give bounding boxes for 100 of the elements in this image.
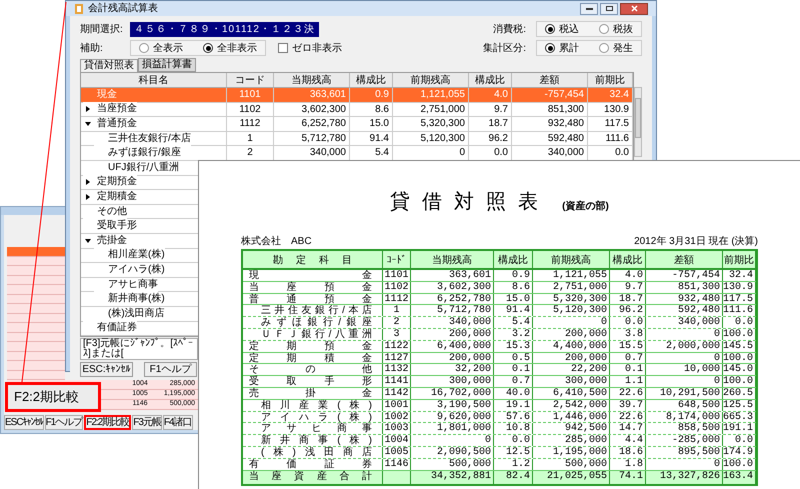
column-header: 差額	[646, 251, 723, 268]
toolbar-button[interactable]: F3元帳	[132, 415, 162, 430]
account-name[interactable]: 相川産業(株)	[94, 248, 165, 262]
table-cell: 2,090,500	[411, 446, 494, 458]
radio-button[interactable]	[545, 24, 555, 34]
account-name: (株)浅田商店	[243, 446, 383, 458]
table-cell: 1.8	[610, 458, 646, 470]
table-cell: 592,480	[646, 305, 723, 316]
table-cell: 1146	[383, 458, 411, 470]
table-cell: 6,400,000	[411, 340, 494, 352]
field-label: 補助:	[80, 42, 104, 56]
period-select-field[interactable]: ４５６・７８９・101112・１２３決	[130, 22, 319, 36]
account-name[interactable]: アサヒ商事	[94, 278, 158, 292]
table-cell: 0	[411, 435, 494, 446]
minimize-button[interactable]	[580, 2, 598, 14]
radio-button[interactable]	[139, 43, 149, 53]
table-cell: 1142	[383, 388, 411, 399]
maximize-button[interactable]	[600, 2, 618, 14]
table-cell: 3,602,300	[302, 104, 346, 115]
checkbox-label: ゼロ非表示	[292, 42, 342, 56]
account-name[interactable]: 新井商事(株)	[94, 292, 165, 306]
toolbar-button[interactable]: ESCｷｬﾝｾﾙ	[4, 415, 44, 430]
table-cell: 300,000	[411, 376, 494, 387]
account-name[interactable]: その他	[83, 204, 127, 219]
scrollbar[interactable]	[634, 87, 642, 157]
account-name: その他	[243, 364, 383, 376]
table-cell: 19.1	[494, 400, 533, 411]
account-name: 三井住友銀行/本店	[243, 305, 383, 316]
account-name: 有価証券	[243, 458, 383, 470]
column-header: ｺｰﾄﾞ	[383, 251, 411, 268]
table-cell: 6,410,500	[533, 388, 610, 399]
expanded-triangle-icon[interactable]	[85, 120, 91, 127]
account-name: みずほ銀行/銀座	[243, 317, 383, 328]
table-cell: 1102	[383, 282, 411, 293]
table-cell: 2,000,000	[646, 340, 723, 352]
report-title: 貸借対照表	[390, 188, 550, 215]
toolbar-button[interactable]: F4諸口	[162, 415, 193, 430]
tab[interactable]: 損益計算書	[138, 58, 196, 72]
table-cell: 500,000	[411, 458, 494, 470]
table-row	[7, 342, 65, 352]
table-cell: 500,000	[533, 458, 610, 470]
column-header: 構成比	[610, 251, 646, 268]
column-header[interactable]: 構成比	[469, 73, 512, 87]
table-cell: 2,751,000	[533, 282, 610, 293]
table-cell: 111.6	[605, 132, 629, 144]
account-name: 当座預金	[243, 282, 383, 293]
table-cell: 3.8	[610, 328, 646, 340]
collapsed-triangle-icon[interactable]	[85, 179, 91, 186]
field-label: 期間選択:	[80, 22, 124, 36]
column-header[interactable]: 前期残高	[393, 73, 469, 87]
table-cell: 851,300	[548, 104, 584, 115]
table-cell: 117.5	[604, 118, 629, 130]
column-header[interactable]: 科目名	[81, 73, 227, 87]
table-cell: 6,252,780	[411, 294, 494, 304]
table-row	[7, 304, 65, 314]
table-cell: 191.1	[723, 423, 756, 434]
checkbox[interactable]	[278, 43, 288, 53]
table-cell: 0	[459, 147, 465, 158]
table-cell: 340,000	[646, 317, 723, 328]
function-button[interactable]: ESC:ｷｬﾝｾﾙ	[80, 362, 133, 378]
table-cell: 0.0	[723, 317, 756, 328]
table-cell: 0.0	[615, 147, 629, 158]
collapsed-triangle-icon[interactable]	[85, 106, 91, 112]
account-name: 現金	[243, 270, 383, 281]
column-header[interactable]: 前期比	[588, 73, 633, 87]
account-name[interactable]: 三井住友銀行/本店	[94, 132, 191, 146]
account-name[interactable]: みずほ銀行/銀座	[94, 146, 181, 160]
radio-button[interactable]	[545, 43, 555, 53]
toolbar-button[interactable]: F1ヘルプ	[44, 415, 84, 430]
table-cell: 0	[646, 328, 723, 340]
radio-button[interactable]	[203, 43, 213, 53]
table-cell: 0.9	[375, 89, 389, 100]
radio-button[interactable]	[599, 43, 609, 53]
column-header[interactable]: 差額	[512, 73, 588, 87]
tab[interactable]: 貸借対照表	[80, 59, 138, 72]
company-name: 株式会社 ABC	[241, 236, 312, 248]
radio-button[interactable]	[599, 24, 609, 34]
expanded-triangle-icon[interactable]	[85, 238, 91, 244]
table-cell: 174.9	[723, 446, 756, 458]
table-cell: 1004	[383, 435, 411, 446]
column-header[interactable]: 当期残高	[274, 73, 350, 87]
table-cell: 22,200	[533, 364, 610, 376]
account-name: ＵＦＪ銀行/八重洲	[243, 328, 383, 340]
table-cell: 10,000	[646, 364, 723, 376]
table-cell: 4.0	[494, 89, 508, 100]
table-cell: 851,300	[646, 282, 723, 293]
table-cell: 34,352,881	[430, 470, 491, 482]
account-name[interactable]: 普通預金	[83, 116, 137, 131]
function-button[interactable]: F1ヘルプ	[144, 362, 197, 378]
table-cell: 1112	[240, 118, 260, 130]
table-cell: 340,000	[548, 147, 584, 158]
table-cell: 10.8	[494, 423, 533, 434]
close-button[interactable]	[620, 2, 648, 14]
table-cell: -285,000	[646, 435, 723, 446]
collapsed-triangle-icon[interactable]	[85, 194, 91, 200]
column-header[interactable]: 構成比	[350, 73, 393, 87]
table-cell: 260.5	[723, 388, 756, 399]
column-header[interactable]: コード	[227, 73, 274, 87]
total-label: 当座資産合計	[243, 470, 383, 484]
table-cell: 1,446,000	[533, 412, 610, 422]
